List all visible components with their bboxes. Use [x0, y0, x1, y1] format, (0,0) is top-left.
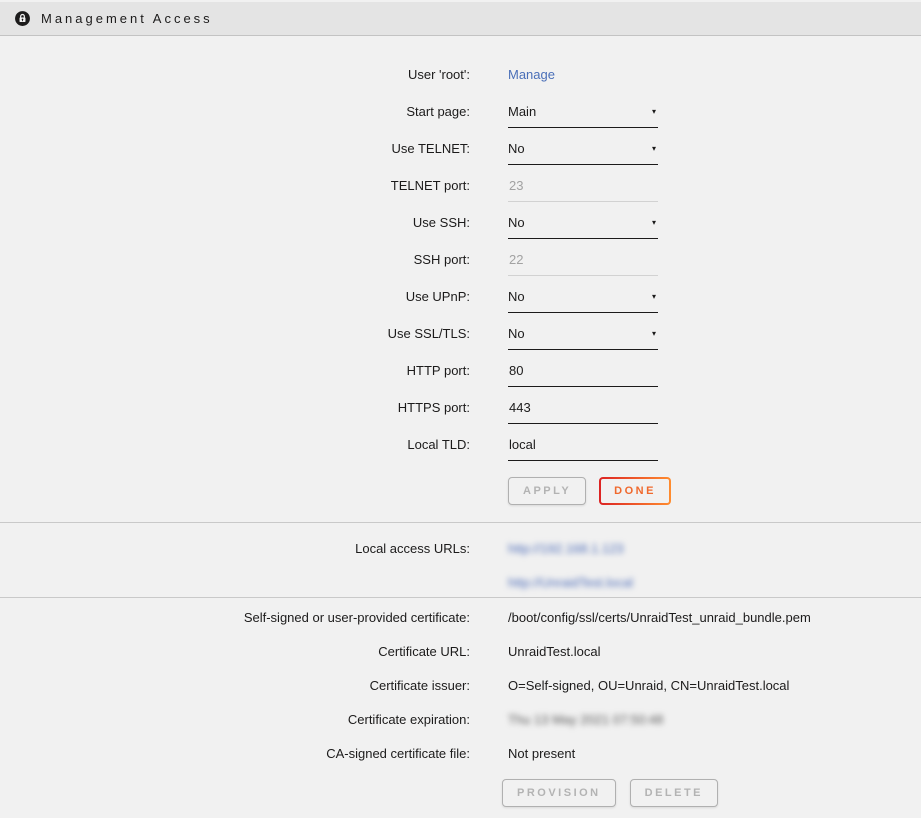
cert-row-expiration: Certificate expiration: Thu 13 May 2021 … — [0, 702, 921, 736]
form-row-http-port: HTTP port: — [0, 352, 921, 389]
field-label: TELNET port: — [0, 178, 470, 193]
field-label: HTTPS port: — [0, 400, 470, 415]
chevron-down-icon: ▾ — [652, 215, 658, 227]
cert-row-bundle: Self-signed or user-provided certificate… — [0, 600, 921, 634]
chevron-down-icon: ▾ — [652, 289, 658, 301]
chevron-down-icon: ▾ — [652, 326, 658, 338]
field-label: Local TLD: — [0, 437, 470, 452]
cert-row-issuer: Certificate issuer: O=Self-signed, OU=Un… — [0, 668, 921, 702]
provision-button[interactable]: PROVISION — [502, 779, 616, 807]
cert-url-value: UnraidTest.local — [508, 644, 601, 659]
http-port-input[interactable] — [508, 363, 658, 387]
select-value: No — [508, 215, 525, 230]
local-access-url-link[interactable]: http://UnraidTest.local — [508, 575, 633, 590]
select-value: Main — [508, 104, 536, 119]
chevron-down-icon: ▾ — [652, 104, 658, 116]
delete-button[interactable]: DELETE — [630, 779, 718, 807]
field-label: Use SSH: — [0, 215, 470, 230]
form-row-ssh-port: SSH port: — [0, 241, 921, 278]
field-label: HTTP port: — [0, 363, 470, 378]
form-actions: APPLY DONE — [508, 477, 921, 505]
form-row-use-ssh: Use SSH: No ▾ — [0, 204, 921, 241]
use-ssh-select[interactable]: No ▾ — [508, 215, 658, 239]
field-label: Use TELNET: — [0, 141, 470, 156]
manage-root-link[interactable]: Manage — [508, 67, 555, 82]
cert-row-ca-file: CA-signed certificate file: Not present — [0, 736, 921, 770]
form-row-use-ssl: Use SSL/TLS: No ▾ — [0, 315, 921, 352]
ssh-port-input — [508, 252, 658, 276]
local-access-url-link[interactable]: http://192.168.1.123 — [508, 541, 624, 556]
chevron-down-icon: ▾ — [652, 141, 658, 153]
field-label: Certificate URL: — [0, 644, 470, 659]
titlebar: Management Access — [0, 2, 921, 36]
management-access-form: User 'root': Manage Start page: Main ▾ U… — [0, 36, 921, 522]
lock-circle-icon — [14, 10, 31, 27]
certificate-actions: PROVISION DELETE — [502, 779, 921, 807]
use-upnp-select[interactable]: No ▾ — [508, 289, 658, 313]
telnet-port-input — [508, 178, 658, 202]
done-button[interactable]: DONE — [599, 477, 671, 505]
field-label: Start page: — [0, 104, 470, 119]
field-label: Use SSL/TLS: — [0, 326, 470, 341]
start-page-select[interactable]: Main ▾ — [508, 104, 658, 128]
form-row-local-tld: Local TLD: — [0, 426, 921, 463]
apply-button[interactable]: APPLY — [508, 477, 586, 505]
cert-issuer-value: O=Self-signed, OU=Unraid, CN=UnraidTest.… — [508, 678, 789, 693]
field-label: Certificate expiration: — [0, 712, 470, 727]
form-row-telnet-port: TELNET port: — [0, 167, 921, 204]
select-value: No — [508, 289, 525, 304]
cert-row-url: Certificate URL: UnraidTest.local — [0, 634, 921, 668]
select-value: No — [508, 326, 525, 341]
field-label: SSH port: — [0, 252, 470, 267]
certificate-section: Self-signed or user-provided certificate… — [0, 598, 921, 807]
local-access-section: Local access URLs: http://192.168.1.123 … — [0, 523, 921, 597]
field-label: Certificate issuer: — [0, 678, 470, 693]
form-row-user-root: User 'root': Manage — [0, 56, 921, 93]
https-port-input[interactable] — [508, 400, 658, 424]
field-label: Self-signed or user-provided certificate… — [0, 610, 470, 625]
form-row-https-port: HTTPS port: — [0, 389, 921, 426]
cert-expiration-value: Thu 13 May 2021 07:50:48 — [508, 712, 663, 727]
use-telnet-select[interactable]: No ▾ — [508, 141, 658, 165]
select-value: No — [508, 141, 525, 156]
field-label: CA-signed certificate file: — [0, 746, 470, 761]
form-row-use-upnp: Use UPnP: No ▾ — [0, 278, 921, 315]
form-row-start-page: Start page: Main ▾ — [0, 93, 921, 130]
use-ssl-select[interactable]: No ▾ — [508, 326, 658, 350]
cert-bundle-path: /boot/config/ssl/certs/UnraidTest_unraid… — [508, 610, 811, 625]
field-label: Use UPnP: — [0, 289, 470, 304]
page-title: Management Access — [41, 11, 213, 26]
local-tld-input[interactable] — [508, 437, 658, 461]
local-access-label: Local access URLs: — [0, 531, 470, 599]
ca-cert-status: Not present — [508, 746, 575, 761]
form-row-use-telnet: Use TELNET: No ▾ — [0, 130, 921, 167]
field-label: User 'root': — [0, 67, 470, 82]
